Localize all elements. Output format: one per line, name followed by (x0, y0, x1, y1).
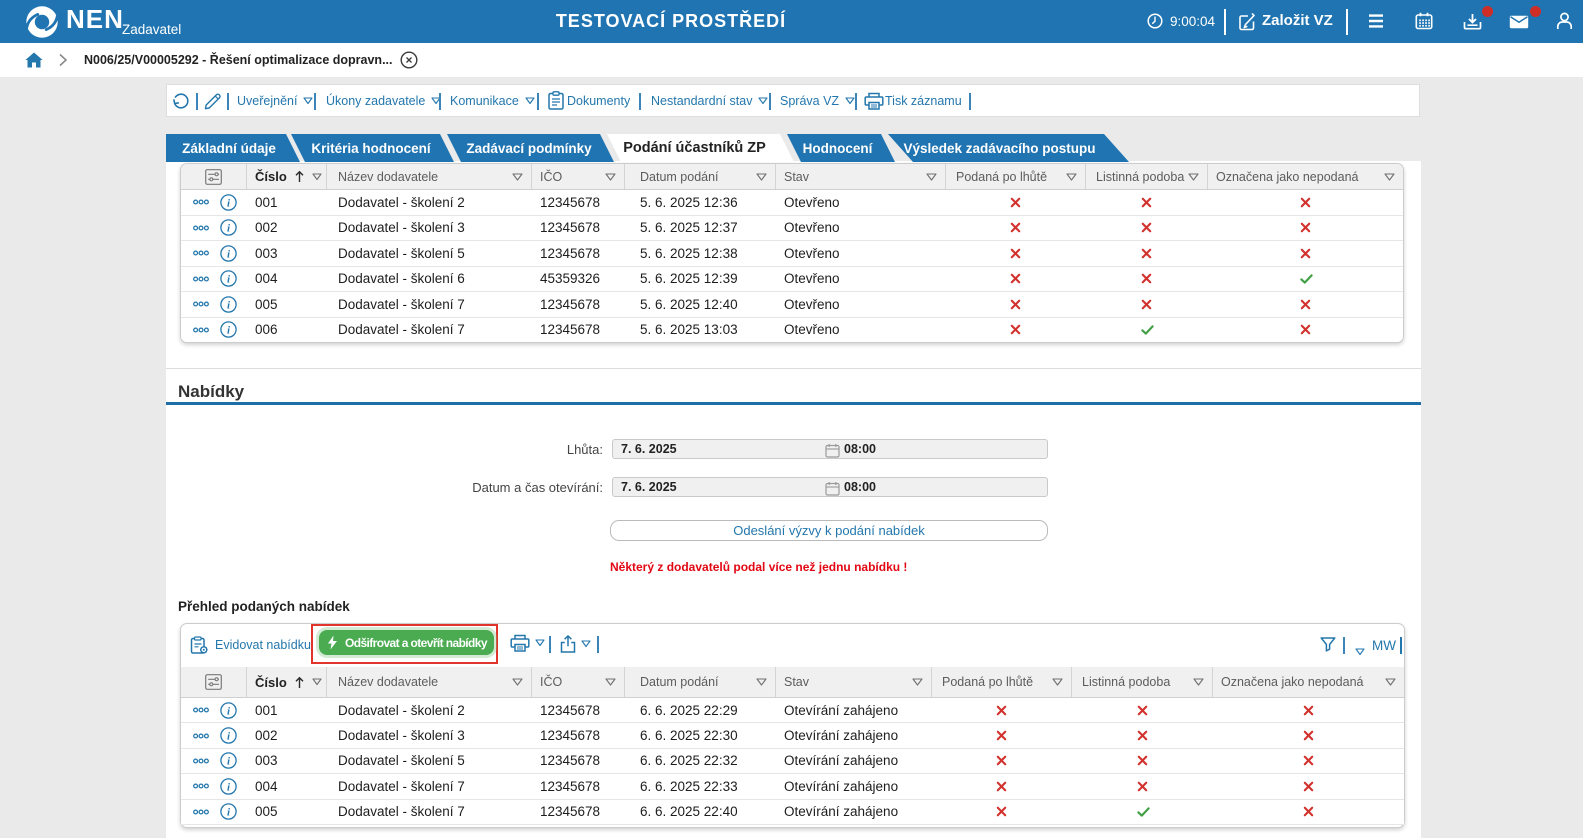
svg-text:i: i (226, 756, 230, 768)
svg-text:i: i (226, 274, 230, 286)
svg-text:i: i (226, 299, 230, 311)
svg-text:i: i (226, 197, 230, 209)
svg-text:i: i (226, 781, 230, 793)
svg-text:i: i (226, 223, 230, 235)
svg-text:i: i (226, 705, 230, 717)
svg-text:i: i (226, 807, 230, 819)
svg-text:i: i (226, 325, 230, 337)
svg-text:i: i (226, 248, 230, 260)
svg-text:i: i (226, 731, 230, 743)
